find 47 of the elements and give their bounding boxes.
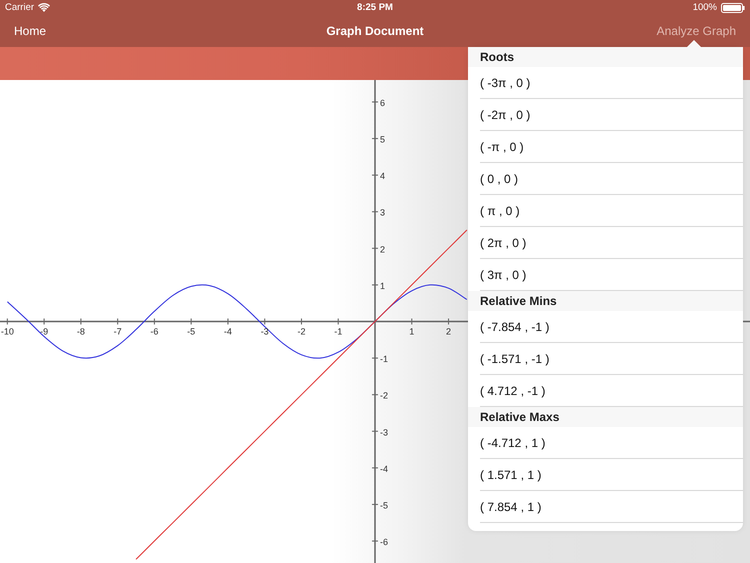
y-tick-label: -5 bbox=[380, 500, 388, 510]
x-tick-label: 1 bbox=[409, 326, 414, 336]
result-item[interactable]: ( -7.854 , -1 ) bbox=[480, 320, 550, 334]
battery-percent: 100% bbox=[692, 2, 717, 13]
result-item[interactable]: ( 7.854 , 1 ) bbox=[480, 500, 542, 514]
y-tick-label: 4 bbox=[380, 171, 386, 182]
x-tick-label: -6 bbox=[150, 326, 158, 336]
y-tick-label: 1 bbox=[380, 280, 386, 291]
y-tick-label: 5 bbox=[380, 134, 386, 145]
section-header: Relative Mins bbox=[468, 291, 743, 311]
result-item[interactable]: ( -3π , 0 ) bbox=[480, 76, 530, 90]
x-tick-label: -7 bbox=[114, 326, 122, 336]
result-item[interactable]: ( -1.571 , -1 ) bbox=[480, 352, 550, 366]
result-item[interactable]: ( -4.712 , 1 ) bbox=[480, 436, 546, 450]
result-item[interactable]: ( 0 , 0 ) bbox=[480, 172, 518, 186]
carrier-label: Carrier bbox=[5, 2, 34, 13]
x-tick-label: -8 bbox=[76, 326, 85, 336]
clock-time: 8:25 PM bbox=[357, 2, 393, 13]
wifi-icon bbox=[38, 3, 50, 12]
result-item[interactable]: ( 4.712 , -1 ) bbox=[480, 384, 546, 398]
x-tick-label: 2 bbox=[446, 326, 452, 336]
x-tick-label: -1 bbox=[334, 326, 342, 336]
y-tick-label: -1 bbox=[380, 354, 388, 364]
result-item[interactable]: ( π , 0 ) bbox=[480, 204, 520, 218]
result-item[interactable]: ( -2π , 0 ) bbox=[480, 108, 530, 122]
x-tick-label: -2 bbox=[297, 326, 306, 336]
result-item[interactable]: ( 2π , 0 ) bbox=[480, 236, 526, 250]
x-tick-label: -4 bbox=[224, 326, 232, 336]
y-tick-label: -4 bbox=[380, 464, 388, 474]
y-tick-label: 3 bbox=[380, 208, 386, 218]
y-tick-label: 6 bbox=[380, 98, 386, 108]
x-tick-label: -3 bbox=[260, 326, 269, 336]
result-item[interactable]: ( 1.571 , 1 ) bbox=[480, 468, 542, 482]
y-tick-label: -3 bbox=[380, 427, 388, 438]
home-button[interactable]: Home bbox=[14, 24, 46, 38]
x-tick-label: -10 bbox=[0, 326, 14, 336]
battery-icon bbox=[721, 2, 745, 12]
result-item[interactable]: ( -π , 0 ) bbox=[480, 140, 524, 154]
y-tick-label: 2 bbox=[380, 244, 386, 254]
y-tick-label: -6 bbox=[380, 537, 388, 548]
x-tick-label: -9 bbox=[40, 326, 48, 336]
nav-title: Graph Document bbox=[326, 24, 424, 38]
y-tick-label: -2 bbox=[380, 390, 388, 401]
section-header: Roots bbox=[468, 47, 743, 67]
result-item[interactable]: ( 3π , 0 ) bbox=[480, 268, 526, 282]
section-header: Relative Maxs bbox=[468, 407, 743, 427]
x-tick-label: -5 bbox=[187, 326, 196, 336]
